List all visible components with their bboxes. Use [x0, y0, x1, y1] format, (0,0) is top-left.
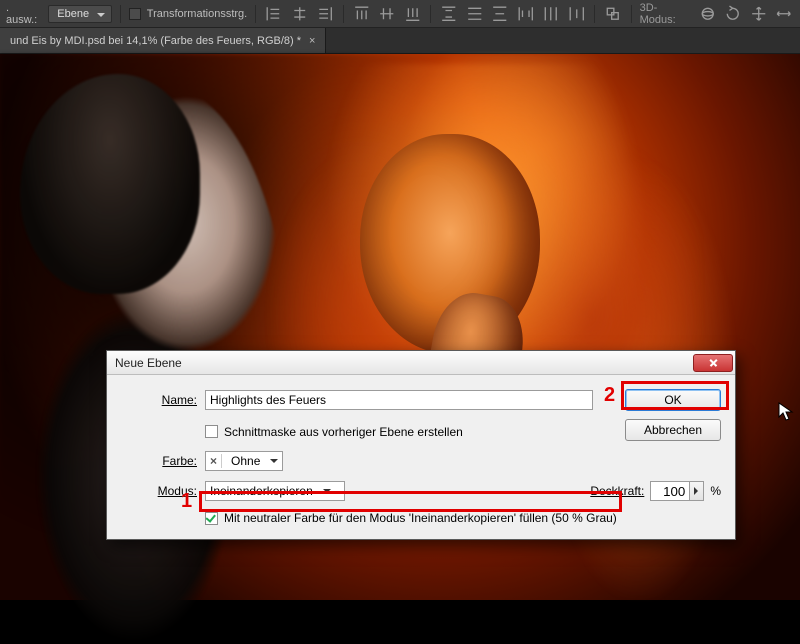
distribute-h3-icon[interactable]: [490, 4, 510, 24]
distribute-v2-icon[interactable]: [541, 4, 561, 24]
options-bar: . ausw.: Ebene Transformationsstrg. 3D-M…: [0, 0, 800, 28]
3d-rotate-icon[interactable]: [723, 4, 743, 24]
align-right-icon[interactable]: [315, 4, 335, 24]
align-left-icon[interactable]: [264, 4, 284, 24]
opacity-input[interactable]: [650, 481, 690, 501]
chevron-down-icon: [270, 459, 278, 467]
opacity-spinner[interactable]: [650, 481, 704, 501]
clipmask-label: Schnittmaske aus vorheriger Ebene erstel…: [224, 425, 463, 439]
separator: [594, 5, 595, 23]
mode-value: Ineinanderkopieren: [210, 484, 313, 498]
transform-controls-label: Transformationsstrg.: [147, 8, 247, 20]
dialog-button-column: OK Abbrechen: [601, 387, 721, 441]
color-value: Ohne: [231, 454, 260, 468]
align-bottom-icon[interactable]: [403, 4, 423, 24]
clipmask-checkbox[interactable]: [205, 425, 218, 438]
distribute-v3-icon[interactable]: [567, 4, 587, 24]
cancel-button[interactable]: Abbrechen: [625, 419, 721, 441]
document-tab[interactable]: und Eis by MDI.psd bei 14,1% (Farbe des …: [0, 28, 326, 53]
separator: [255, 5, 256, 23]
color-label: Farbe:: [121, 454, 197, 468]
3d-pan-icon[interactable]: [749, 4, 769, 24]
3d-slide-icon[interactable]: [774, 4, 794, 24]
clipmask-row: Schnittmaske aus vorheriger Ebene erstel…: [205, 425, 593, 439]
opacity-flyout-button[interactable]: [689, 481, 704, 501]
document-tab-title: und Eis by MDI.psd bei 14,1% (Farbe des …: [10, 35, 301, 47]
dialog-title: Neue Ebene: [115, 356, 691, 370]
separator: [343, 5, 344, 23]
align-center-v-icon[interactable]: [377, 4, 397, 24]
photoshop-chrome: . ausw.: Ebene Transformationsstrg. 3D-M…: [0, 0, 800, 54]
opacity-percent-label: %: [710, 484, 721, 498]
color-none-icon: ×: [210, 454, 222, 468]
neutral-fill-checkbox[interactable]: [205, 512, 218, 525]
distribute-v1-icon[interactable]: [516, 4, 536, 24]
transform-controls-checkbox[interactable]: [129, 8, 141, 20]
separator: [120, 5, 121, 23]
layer-name-input[interactable]: [205, 390, 593, 410]
dialog-titlebar[interactable]: Neue Ebene: [107, 351, 735, 375]
name-label: Name:: [121, 393, 197, 407]
mode-dropdown[interactable]: Ineinanderkopieren: [205, 481, 345, 501]
auto-select-label: . ausw.:: [6, 2, 42, 26]
distribute-h1-icon[interactable]: [439, 4, 459, 24]
layer-target-dropdown[interactable]: Ebene: [48, 5, 112, 23]
separator: [631, 5, 632, 23]
arrange-icon[interactable]: [603, 4, 623, 24]
chevron-down-icon: [323, 489, 331, 497]
opacity-label: Deckkraft:: [590, 484, 644, 498]
separator: [430, 5, 431, 23]
color-dropdown[interactable]: × Ohne: [205, 451, 283, 471]
close-tab-icon[interactable]: ×: [309, 35, 315, 47]
dialog-body: Name: OK Abbrechen Schnittmaske aus vorh…: [107, 375, 735, 539]
dialog-close-button[interactable]: [693, 354, 733, 372]
align-top-icon[interactable]: [352, 4, 372, 24]
neutral-fill-row: Mit neutraler Farbe für den Modus 'Inein…: [205, 511, 721, 525]
3d-orbit-icon[interactable]: [698, 4, 718, 24]
3d-mode-label: 3D-Modus:: [640, 2, 692, 26]
distribute-h2-icon[interactable]: [465, 4, 485, 24]
ok-button[interactable]: OK: [625, 389, 721, 411]
neutral-fill-label: Mit neutraler Farbe für den Modus 'Inein…: [224, 511, 617, 525]
align-center-h-icon[interactable]: [290, 4, 310, 24]
new-layer-dialog: Neue Ebene Name: OK Abbrechen Schnittmas…: [106, 350, 736, 540]
mode-label: Modus:: [121, 484, 197, 498]
document-tab-bar: und Eis by MDI.psd bei 14,1% (Farbe des …: [0, 28, 800, 54]
